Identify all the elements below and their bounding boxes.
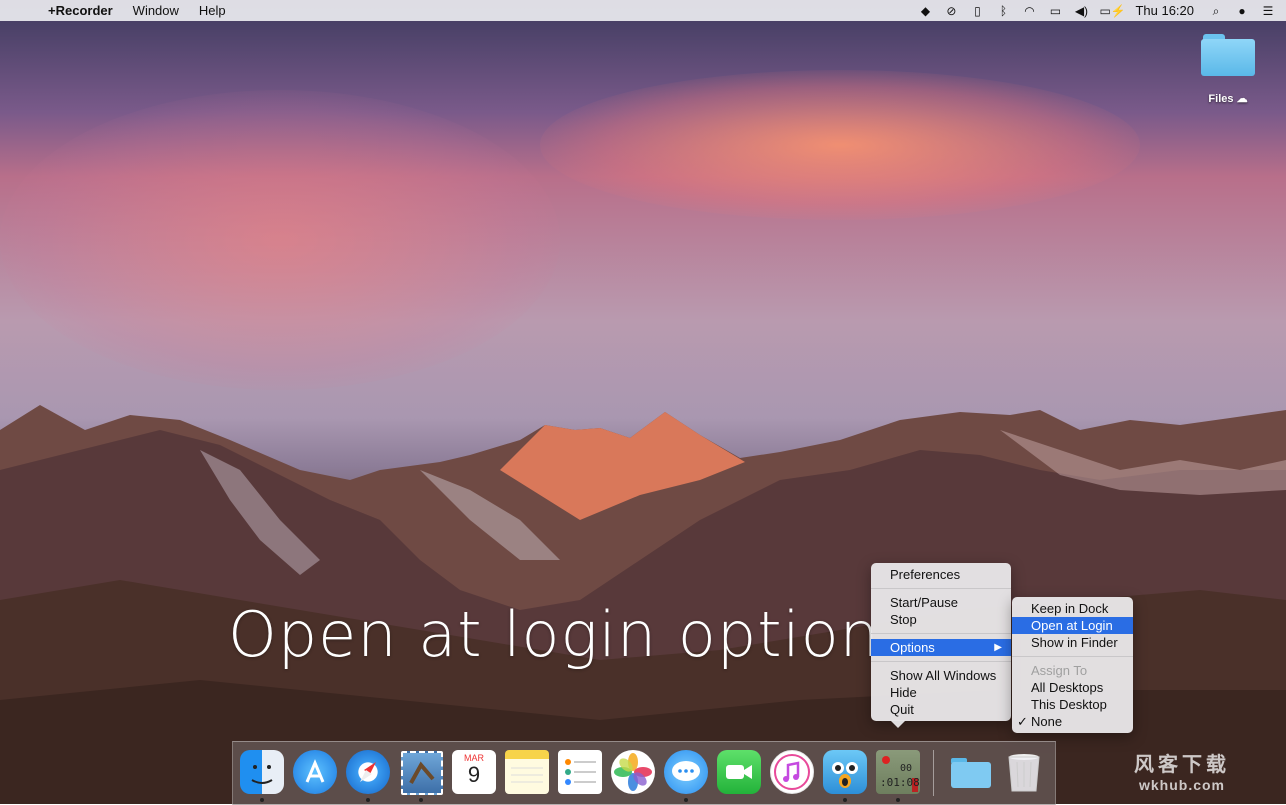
menu-bar: +Recorder Window Help ◆ ⊘ ▯ ᛒ ◠ ▭ ◀) ▭⚡ …: [0, 0, 1286, 21]
menu-separator: [871, 633, 1011, 634]
running-indicator: [260, 798, 264, 802]
menu-item-show-in-finder[interactable]: Show in Finder: [1012, 634, 1133, 651]
menu-separator: [1012, 656, 1133, 657]
dock-safari[interactable]: [345, 749, 391, 795]
dock-tweetbot[interactable]: [822, 749, 868, 795]
menu-pointer: [890, 720, 906, 728]
battery-icon[interactable]: ▭⚡: [1099, 4, 1125, 18]
dropbox-icon[interactable]: ◆: [917, 4, 933, 18]
dock: MAR 9 00:01:08: [232, 741, 1056, 805]
running-indicator: [419, 798, 423, 802]
calendar-icon: MAR 9: [452, 750, 496, 794]
bluetooth-icon[interactable]: ᛒ: [995, 4, 1011, 18]
notes-icon: [505, 750, 549, 794]
recorder-time-top: 00: [900, 763, 913, 774]
recorder-time-bottom: :01:08: [880, 776, 920, 789]
messages-icon: [664, 750, 708, 794]
options-submenu: Keep in Dock Open at Login Show in Finde…: [1012, 597, 1133, 733]
dock-photos[interactable]: [610, 749, 656, 795]
cloud-icon: ☁: [1236, 93, 1248, 105]
dock-notes[interactable]: [504, 749, 550, 795]
itunes-icon: [770, 750, 814, 794]
siri-icon[interactable]: ●: [1234, 4, 1250, 18]
menu-item-this-desktop[interactable]: This Desktop: [1012, 696, 1133, 713]
app-store-icon: [293, 750, 337, 794]
facetime-icon: [717, 750, 761, 794]
overlay-caption: Open at login option: [228, 598, 880, 671]
menu-item-start-pause[interactable]: Start/Pause: [871, 594, 1011, 611]
dock-finder[interactable]: [239, 749, 285, 795]
menu-item-hide[interactable]: Hide: [871, 684, 1011, 701]
safari-icon: [346, 750, 390, 794]
options-label: Options: [890, 640, 935, 655]
dock-reminders[interactable]: [557, 749, 603, 795]
clipboard-icon[interactable]: ▯: [969, 4, 985, 18]
reminders-icon: [558, 750, 602, 794]
volume-icon[interactable]: ◀): [1073, 4, 1089, 18]
running-indicator: [366, 798, 370, 802]
trash-icon: [1002, 750, 1046, 794]
running-indicator: [684, 798, 688, 802]
dock-separator: [933, 750, 934, 796]
dock-itunes[interactable]: [769, 749, 815, 795]
tweetbot-icon: [823, 750, 867, 794]
clock[interactable]: Thu 16:20: [1131, 3, 1198, 18]
sync-icon[interactable]: ⊘: [943, 4, 959, 18]
dock-app-store[interactable]: [292, 749, 338, 795]
wifi-icon[interactable]: ◠: [1021, 4, 1037, 18]
menu-separator: [871, 588, 1011, 589]
airplay-icon[interactable]: ▭: [1047, 4, 1063, 18]
menu-item-open-at-login[interactable]: Open at Login: [1012, 617, 1133, 634]
menu-item-keep-in-dock[interactable]: Keep in Dock: [1012, 600, 1133, 617]
folder-icon: [1201, 34, 1255, 76]
dock-messages[interactable]: [663, 749, 709, 795]
window-menu[interactable]: Window: [123, 3, 189, 18]
notification-center-icon[interactable]: ☰: [1260, 4, 1276, 18]
mail-icon: [401, 751, 443, 795]
none-label: None: [1031, 714, 1063, 729]
recorder-icon: 00 :01:08: [876, 750, 920, 794]
running-indicator: [896, 798, 900, 802]
dock-downloads-folder[interactable]: [948, 749, 994, 795]
watermark: 风客下载 wkhub.com: [1134, 748, 1230, 793]
checkmark-icon: ✓: [1017, 714, 1028, 729]
help-menu[interactable]: Help: [189, 3, 236, 18]
menu-item-all-desktops[interactable]: All Desktops: [1012, 679, 1133, 696]
finder-icon: [240, 750, 284, 794]
menu-item-preferences[interactable]: Preferences: [871, 566, 1011, 583]
search-icon[interactable]: ⌕: [1208, 4, 1224, 18]
menu-header-assign-to: Assign To: [1031, 663, 1088, 678]
menu-item-stop[interactable]: Stop: [871, 611, 1011, 628]
dock-facetime[interactable]: [716, 749, 762, 795]
folder-icon: [949, 750, 993, 794]
photos-icon: [611, 750, 655, 794]
dock-calendar[interactable]: MAR 9: [451, 749, 497, 795]
dock-context-menu: Preferences Start/Pause Stop Options ▶ Sh…: [871, 563, 1011, 721]
watermark-line1: 风客下载: [1134, 754, 1230, 776]
dock-mail[interactable]: [398, 749, 444, 795]
dock-trash[interactable]: [1001, 749, 1047, 795]
menu-item-show-all-windows[interactable]: Show All Windows: [871, 667, 1011, 684]
menu-item-none[interactable]: ✓ None: [1012, 713, 1133, 730]
files-folder[interactable]: Files ☁: [1196, 34, 1260, 105]
menu-item-options[interactable]: Options ▶: [871, 639, 1011, 656]
running-indicator: [843, 798, 847, 802]
files-label: Files: [1208, 93, 1234, 105]
watermark-line2: wkhub.com: [1138, 777, 1225, 793]
menu-item-quit[interactable]: Quit: [871, 701, 1011, 718]
app-menu[interactable]: +Recorder: [48, 3, 123, 18]
submenu-arrow-icon: ▶: [994, 642, 1002, 653]
menu-separator: [871, 661, 1011, 662]
calendar-day: 9: [467, 762, 481, 787]
dock-recorder[interactable]: 00 :01:08: [875, 749, 921, 795]
